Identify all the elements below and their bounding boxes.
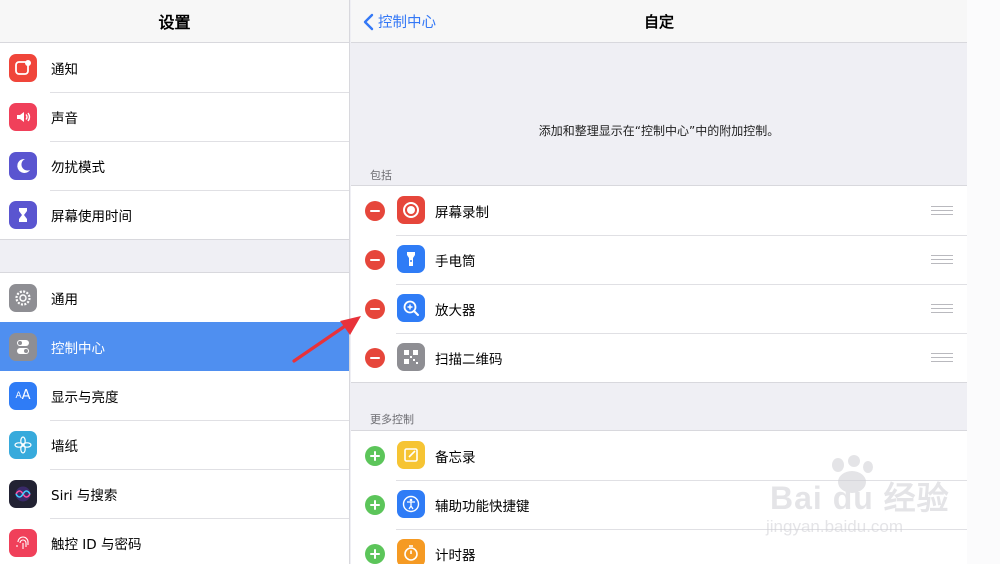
right-edge-background <box>967 0 1000 564</box>
customize-header: 控制中心 自定 <box>351 0 967 43</box>
watermark-main: Bai du 经验 <box>770 480 950 516</box>
sidebar-item-label: 通知 <box>51 61 78 78</box>
timer-icon <box>397 539 425 564</box>
baidu-watermark: Bai du 经验 jingyan.baidu.com <box>760 455 970 545</box>
remove-button[interactable] <box>365 201 385 221</box>
flower-icon <box>9 430 37 459</box>
sidebar-item-touch-id-passcode[interactable]: 触控 ID 与密码 <box>0 518 349 564</box>
sidebar-item-wallpaper[interactable]: 墙纸 <box>0 420 349 469</box>
siri-icon <box>9 479 37 508</box>
sidebar-title: 设置 <box>158 13 191 32</box>
control-label: 屏幕录制 <box>435 204 489 221</box>
control-label: 放大器 <box>435 302 476 319</box>
customize-description: 添加和整理显示在“控制中心”中的附加控制。 <box>538 124 780 138</box>
magnifier-icon <box>397 294 425 322</box>
sidebar-item-label: 显示与亮度 <box>51 389 119 406</box>
control-label: 扫描二维码 <box>435 351 503 368</box>
sidebar-item-label: Siri 与搜索 <box>51 487 118 504</box>
sidebar-item-label: 触控 ID 与密码 <box>51 536 142 553</box>
screen-record-icon <box>397 196 425 224</box>
notifications-icon <box>9 53 37 82</box>
sidebar-item-display-brightness[interactable]: AA 显示与亮度 <box>0 371 349 420</box>
reorder-handle[interactable] <box>931 255 953 264</box>
qr-code-icon <box>397 343 425 371</box>
reorder-handle[interactable] <box>931 304 953 313</box>
sidebar-item-notifications[interactable]: 通知 <box>0 43 349 92</box>
group-spacer <box>0 240 349 273</box>
sidebar-item-screen-time[interactable]: 屏幕使用时间 <box>0 190 349 239</box>
remove-button[interactable] <box>365 348 385 368</box>
reorder-handle[interactable] <box>931 206 953 215</box>
sidebar-item-label: 控制中心 <box>51 340 105 357</box>
settings-group-1: 通知 声音 勿扰模式 屏幕使用时间 <box>0 43 349 240</box>
sidebar-item-siri-search[interactable]: Siri 与搜索 <box>0 469 349 518</box>
reorder-handle[interactable] <box>931 353 953 362</box>
list-item: 放大器 <box>351 284 967 333</box>
control-label: 备忘录 <box>435 449 476 466</box>
settings-sidebar: 设置 通知 声音 勿扰模式 屏幕使用时间 通用 控制中心 A A 显示与亮度 墙… <box>0 0 350 564</box>
add-button[interactable] <box>365 495 385 515</box>
add-button[interactable] <box>365 544 385 564</box>
remove-button[interactable] <box>365 299 385 319</box>
sidebar-item-do-not-disturb[interactable]: 勿扰模式 <box>0 141 349 190</box>
section-header-more: 更多控制 <box>370 413 414 426</box>
control-label: 手电筒 <box>435 253 476 270</box>
included-controls-list: 屏幕录制 手电筒 放大器 扫描二维码 <box>351 185 967 383</box>
sound-icon <box>9 102 37 131</box>
hourglass-icon <box>9 200 37 229</box>
list-item: 手电筒 <box>351 235 967 284</box>
toggles-icon <box>9 332 37 361</box>
fingerprint-icon <box>9 528 37 557</box>
sidebar-item-label: 声音 <box>51 110 78 127</box>
section-header-include: 包括 <box>370 169 392 182</box>
gear-icon <box>9 283 37 312</box>
add-button[interactable] <box>365 446 385 466</box>
accessibility-icon <box>397 490 425 518</box>
list-item: 屏幕录制 <box>351 186 967 235</box>
page-title: 自定 <box>643 13 674 31</box>
sidebar-item-label: 通用 <box>51 291 78 308</box>
sidebar-item-label: 屏幕使用时间 <box>51 208 132 225</box>
control-label: 辅助功能快捷键 <box>435 498 530 515</box>
control-label: 计时器 <box>435 547 476 564</box>
sidebar-item-sound[interactable]: 声音 <box>0 92 349 141</box>
moon-icon <box>9 151 37 180</box>
flashlight-icon <box>397 245 425 273</box>
annotation-arrow-icon <box>292 316 361 363</box>
sidebar-item-label: 勿扰模式 <box>51 159 105 176</box>
sidebar-item-label: 墙纸 <box>51 438 78 455</box>
watermark-sub: jingyan.baidu.com <box>766 517 904 536</box>
display-icon: AA <box>9 381 37 410</box>
sidebar-header: 设置 <box>0 0 349 43</box>
remove-button[interactable] <box>365 250 385 270</box>
list-item: 扫描二维码 <box>351 333 967 382</box>
notes-icon <box>397 441 425 469</box>
